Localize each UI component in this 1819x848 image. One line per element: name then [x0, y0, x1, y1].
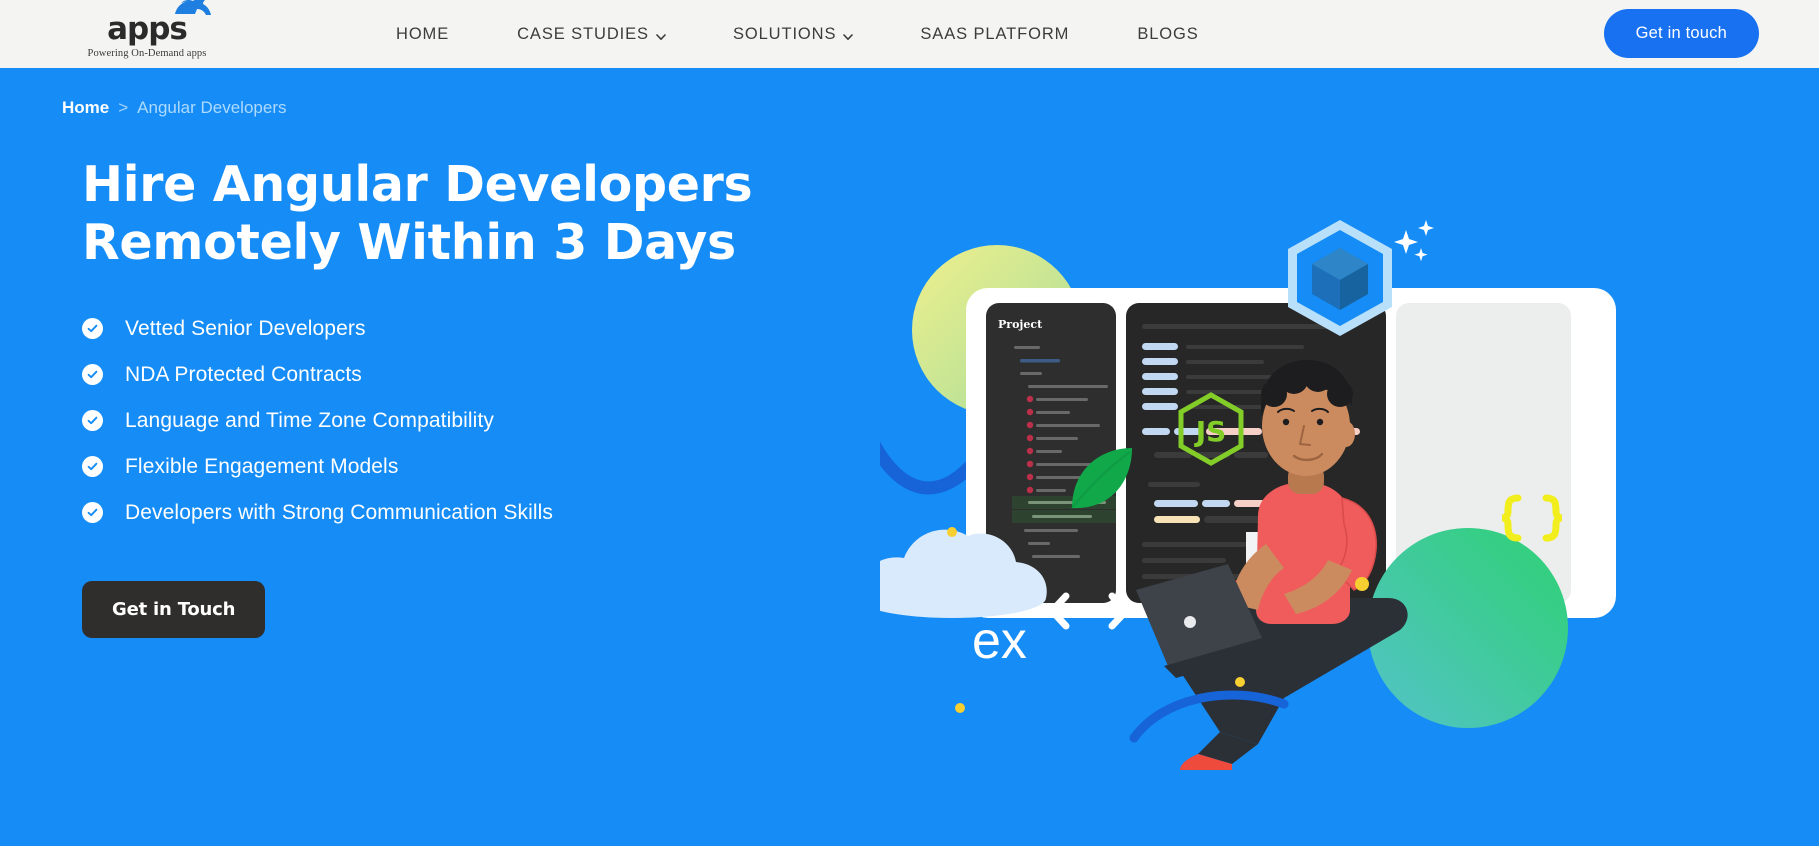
nav-label: BLOGS [1137, 24, 1199, 43]
nav-label: HOME [396, 24, 450, 43]
hero-copy: Hire Angular Developers Remotely Within … [82, 156, 782, 638]
nav-label: CASE STUDIES [517, 24, 649, 43]
rhino-logo-icon [173, 0, 213, 19]
list-item-label: Developers with Strong Communication Ski… [125, 501, 553, 525]
page-title: Hire Angular Developers Remotely Within … [82, 156, 782, 272]
check-circle-icon [82, 410, 103, 432]
nav-item-blogs[interactable]: BLOGS [1103, 15, 1232, 54]
nav-label: SAAS PLATFORM [920, 24, 1070, 43]
nav-item-saas-platform[interactable]: SAAS PLATFORM [886, 15, 1103, 54]
list-item: Developers with Strong Communication Ski… [82, 500, 782, 525]
check-circle-icon [82, 502, 103, 524]
nav-item-home[interactable]: HOME [362, 15, 483, 54]
site-header: apps Powering On-Demand apps HOME CASE S… [0, 0, 1819, 68]
list-item: Language and Time Zone Compatibility [82, 408, 782, 433]
list-item-label: Flexible Engagement Models [125, 455, 399, 479]
yellow-dot [955, 703, 965, 713]
list-item: Vetted Senior Developers [82, 316, 782, 341]
editor-sidebar-title: Project [998, 318, 1043, 331]
yellow-dot [1355, 577, 1369, 591]
list-item: NDA Protected Contracts [82, 362, 782, 387]
logo-row: apps [107, 0, 211, 45]
list-item: Flexible Engagement Models [82, 454, 782, 479]
list-item-label: Language and Time Zone Compatibility [125, 409, 494, 432]
page-root: apps Powering On-Demand apps HOME CASE S… [0, 0, 1819, 848]
header-get-in-touch-button[interactable]: Get in touch [1603, 9, 1759, 58]
check-circle-icon [82, 363, 103, 385]
yellow-dot [947, 527, 957, 537]
list-item-label: Vetted Senior Developers [125, 316, 366, 340]
logo-tagline: Powering On-Demand apps [87, 47, 207, 59]
breadcrumb-separator: > [118, 98, 129, 117]
svg-text:JS: JS [1194, 415, 1227, 448]
breadcrumb: Home > Angular Developers [62, 98, 286, 118]
nav-item-solutions[interactable]: SOLUTIONS [699, 15, 886, 54]
breadcrumb-home-link[interactable]: Home [62, 98, 109, 118]
hero-illustration: Project JS ex [880, 198, 1700, 846]
main-navigation: HOME CASE STUDIES SOLUTIONS SAAS PLATFOR… [362, 15, 1233, 54]
nav-label: SOLUTIONS [732, 24, 837, 43]
check-circle-icon [82, 317, 103, 339]
yellow-dot [1235, 677, 1245, 687]
list-item-label: NDA Protected Contracts [125, 362, 362, 386]
breadcrumb-current-page: Angular Developers [137, 98, 287, 117]
page-title-line-1: Hire Angular Developers [82, 156, 753, 213]
chevron-down-icon [843, 28, 854, 40]
feature-list: Vetted Senior Developers NDA Protected C… [82, 316, 782, 526]
nav-item-case-studies[interactable]: CASE STUDIES [483, 15, 699, 54]
chevron-down-icon [656, 28, 666, 40]
hero-section: Home > Angular Developers Hire Angular D… [0, 68, 1819, 846]
page-title-line-2: Remotely Within 3 Days [82, 213, 736, 271]
site-logo[interactable]: apps Powering On-Demand apps [62, 0, 232, 59]
check-circle-icon [82, 456, 103, 478]
hero-get-in-touch-button[interactable]: Get in Touch [82, 580, 266, 638]
express-wordmark: ex [972, 612, 1027, 670]
